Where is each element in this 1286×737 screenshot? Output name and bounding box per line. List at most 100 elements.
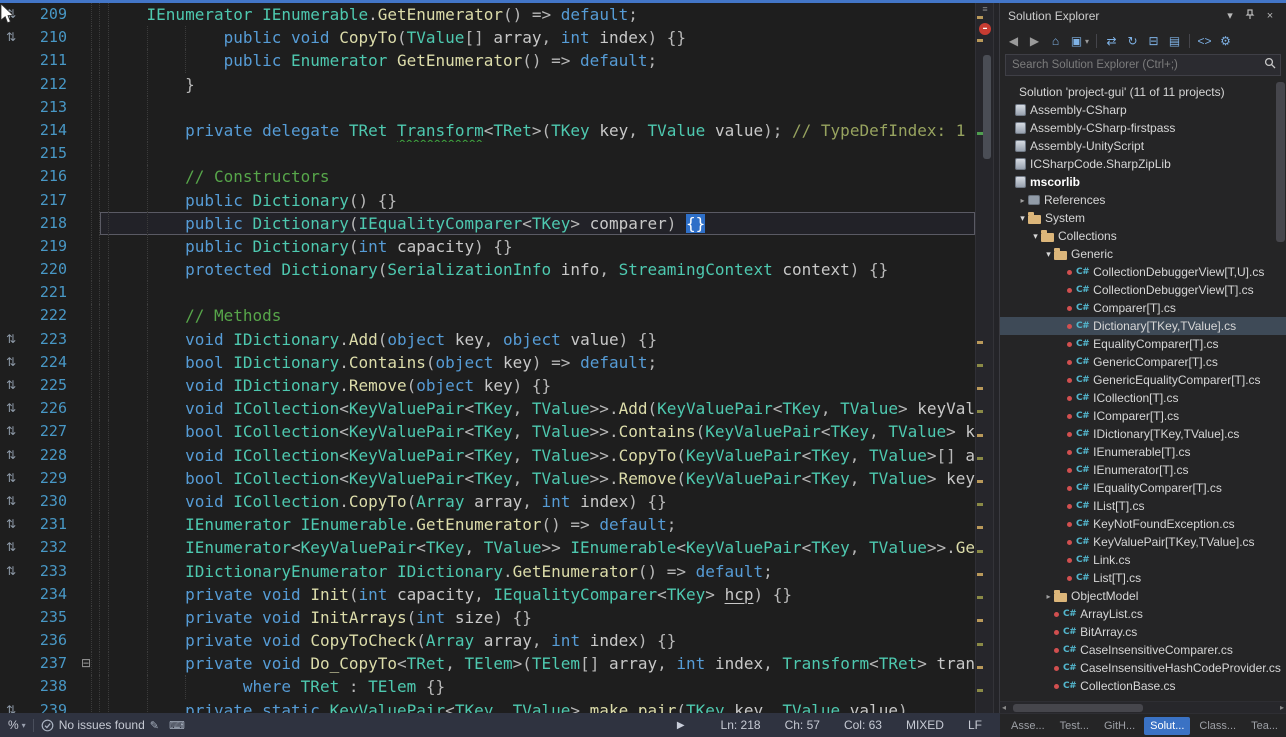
code-text[interactable]: void ICollection<KeyValuePair<TKey, TVal… <box>100 397 975 420</box>
reference-indicator-icon[interactable]: ⇅ <box>0 467 22 490</box>
code-line[interactable]: ⇅239private static KeyValuePair<TKey, TV… <box>0 699 975 713</box>
code-line[interactable]: 222// Methods <box>0 304 975 327</box>
reference-indicator-icon[interactable]: ⇅ <box>0 560 22 583</box>
reference-indicator-icon[interactable]: ⇅ <box>0 536 22 559</box>
tree-item-bitarray-cs[interactable]: C#BitArray.cs <box>1000 623 1286 641</box>
code-line[interactable]: 220protected Dictionary(SerializationInf… <box>0 258 975 281</box>
scope-dropdown-icon[interactable]: ▾ <box>1083 32 1091 51</box>
line-number[interactable]: 224 <box>22 351 72 374</box>
code-line[interactable]: ⇅226void ICollection<KeyValuePair<TKey, … <box>0 397 975 420</box>
code-line[interactable]: ⇅232IEnumerator<KeyValuePair<TKey, TValu… <box>0 536 975 559</box>
solution-tree[interactable]: Solution 'project-gui' (11 of 11 project… <box>1000 80 1286 701</box>
code-text[interactable]: private delegate TRet Transform<TRet>(TK… <box>100 119 975 142</box>
code-line[interactable]: ⇅223void IDictionary.Add(object key, obj… <box>0 328 975 351</box>
code-text[interactable]: IEnumerator IEnumerable.GetEnumerator() … <box>100 3 975 26</box>
code-text[interactable]: IDictionaryEnumerator IDictionary.GetEnu… <box>100 560 975 583</box>
reference-indicator-icon[interactable]: ⇅ <box>0 513 22 536</box>
code-text[interactable]: private void Do_CopyTo<TRet, TElem>(TEle… <box>100 652 975 675</box>
char-indicator[interactable]: Ch: 57 <box>785 718 820 732</box>
fold-collapse-icon[interactable]: ⊟ <box>72 652 100 675</box>
line-number[interactable]: 213 <box>22 96 72 119</box>
code-text[interactable]: bool ICollection<KeyValuePair<TKey, TVal… <box>100 420 975 443</box>
code-text[interactable]: void ICollection<KeyValuePair<TKey, TVal… <box>100 444 975 467</box>
tree-item-caseinsensitivehashcodeprovider-[interactable]: C#CaseInsensitiveHashCodeProvider.cs <box>1000 659 1286 677</box>
line-number[interactable]: 229 <box>22 467 72 490</box>
refresh-icon[interactable]: ↻ <box>1123 32 1142 51</box>
close-icon[interactable]: × <box>1262 10 1278 22</box>
show-all-files-icon[interactable]: ▤ <box>1165 32 1184 51</box>
code-line[interactable]: 217 public Dictionary() {} <box>0 189 975 212</box>
code-text[interactable] <box>100 96 975 119</box>
code-line[interactable]: ⇅227bool ICollection<KeyValuePair<TKey, … <box>0 420 975 443</box>
code-text[interactable]: IEnumerator<KeyValuePair<TKey, TValue>> … <box>100 536 975 559</box>
properties-icon[interactable]: ⚙ <box>1216 32 1235 51</box>
editor-scrollbar-thumb[interactable] <box>983 55 991 159</box>
edit-mode-icon[interactable]: ✎ <box>150 719 159 732</box>
line-number[interactable]: 212 <box>22 73 72 96</box>
encoding-indicator[interactable]: MIXED <box>906 718 944 732</box>
line-number[interactable]: 235 <box>22 606 72 629</box>
line-number[interactable]: 215 <box>22 142 72 165</box>
column-indicator[interactable]: Col: 63 <box>844 718 882 732</box>
tree-item-ienumerator-t-cs[interactable]: C#IEnumerator[T].cs <box>1000 461 1286 479</box>
tree-item-references[interactable]: ▸References <box>1000 191 1286 209</box>
line-number[interactable]: 220 <box>22 258 72 281</box>
code-line[interactable]: 213 <box>0 96 975 119</box>
line-number[interactable]: 231 <box>22 513 72 536</box>
panel-titlebar[interactable]: Solution Explorer ▾ × <box>1000 3 1286 28</box>
home-icon[interactable]: ⌂ <box>1046 32 1065 51</box>
tree-horizontal-scrollbar[interactable]: ◂ ▸ <box>1000 701 1286 713</box>
tree-item-collections[interactable]: ▾Collections <box>1000 227 1286 245</box>
code-text[interactable]: public Dictionary(int capacity) {} <box>100 235 975 258</box>
code-line[interactable]: 236private void CopyToCheck(Array array,… <box>0 629 975 652</box>
code-text[interactable]: public Enumerator GetEnumerator() => def… <box>100 49 975 72</box>
code-line[interactable]: ⇅225void IDictionary.Remove(object key) … <box>0 374 975 397</box>
line-number[interactable]: 219 <box>22 235 72 258</box>
tree-item-collectionbase-cs[interactable]: C#CollectionBase.cs <box>1000 677 1286 695</box>
tree-item-comparer-t-cs[interactable]: C#Comparer[T].cs <box>1000 299 1286 317</box>
code-text[interactable]: where TRet : TElem {} <box>100 675 975 698</box>
tree-item-generic[interactable]: ▾Generic <box>1000 245 1286 263</box>
code-line[interactable]: 238 where TRet : TElem {} <box>0 675 975 698</box>
panel-splitter[interactable] <box>993 3 1000 713</box>
zoom-level[interactable]: % <box>8 718 19 732</box>
code-line[interactable]: 234private void Init(int capacity, IEqua… <box>0 583 975 606</box>
code-line[interactable]: ⇅224bool IDictionary.Contains(object key… <box>0 351 975 374</box>
search-input[interactable] <box>1006 59 1260 71</box>
tree-item-mscorlib[interactable]: mscorlib <box>1000 173 1286 191</box>
line-number[interactable]: 228 <box>22 444 72 467</box>
panel-tab-solut[interactable]: Solut... <box>1144 717 1190 735</box>
line-number[interactable]: 217 <box>22 189 72 212</box>
reference-indicator-icon[interactable]: ⇅ <box>0 351 22 374</box>
line-number[interactable]: 225 <box>22 374 72 397</box>
reference-indicator-icon[interactable]: ⇅ <box>0 328 22 351</box>
code-text[interactable]: public Dictionary() {} <box>100 189 975 212</box>
code-line[interactable]: ⇅210public void CopyTo(TValue[] array, i… <box>0 26 975 49</box>
panel-tab-asse[interactable]: Asse... <box>1005 717 1051 735</box>
code-text[interactable]: void IDictionary.Add(object key, object … <box>100 328 975 351</box>
tree-item-ilist-t-cs[interactable]: C#IList[T].cs <box>1000 497 1286 515</box>
code-text[interactable]: void IDictionary.Remove(object key) {} <box>100 374 975 397</box>
code-lines[interactable]: ⇅209IEnumerator IEnumerable.GetEnumerato… <box>0 3 975 713</box>
code-text[interactable]: private static KeyValuePair<TKey, TValue… <box>100 699 975 713</box>
line-number[interactable]: 214 <box>22 119 72 142</box>
reference-indicator-icon[interactable]: ⇅ <box>0 397 22 420</box>
pin-icon[interactable] <box>1242 9 1258 23</box>
tree-item-genericequalitycomparer-t-cs[interactable]: C#GenericEqualityComparer[T].cs <box>1000 371 1286 389</box>
search-icon[interactable] <box>1260 56 1280 74</box>
chevron-expanded-icon[interactable]: ▾ <box>1030 231 1041 242</box>
search-box[interactable] <box>1005 54 1281 76</box>
line-number[interactable]: 238 <box>22 675 72 698</box>
code-text[interactable] <box>100 281 975 304</box>
code-line[interactable]: 216// Constructors <box>0 165 975 188</box>
code-line[interactable]: 221 <box>0 281 975 304</box>
panel-tab-class[interactable]: Class... <box>1193 717 1242 735</box>
reference-indicator-icon[interactable]: ⇅ <box>0 699 22 713</box>
tree-item-assembly-unityscript[interactable]: Assembly-UnityScript <box>1000 137 1286 155</box>
code-line[interactable]: ⇅233IDictionaryEnumerator IDictionary.Ge… <box>0 560 975 583</box>
tree-item-equalitycomparer-t-cs[interactable]: C#EqualityComparer[T].cs <box>1000 335 1286 353</box>
code-line[interactable]: 214 private delegate TRet Transform<TRet>… <box>0 119 975 142</box>
code-line[interactable]: ⇅209IEnumerator IEnumerable.GetEnumerato… <box>0 3 975 26</box>
tree-item-assembly-csharp[interactable]: Assembly-CSharp <box>1000 101 1286 119</box>
reference-indicator-icon[interactable]: ⇅ <box>0 444 22 467</box>
